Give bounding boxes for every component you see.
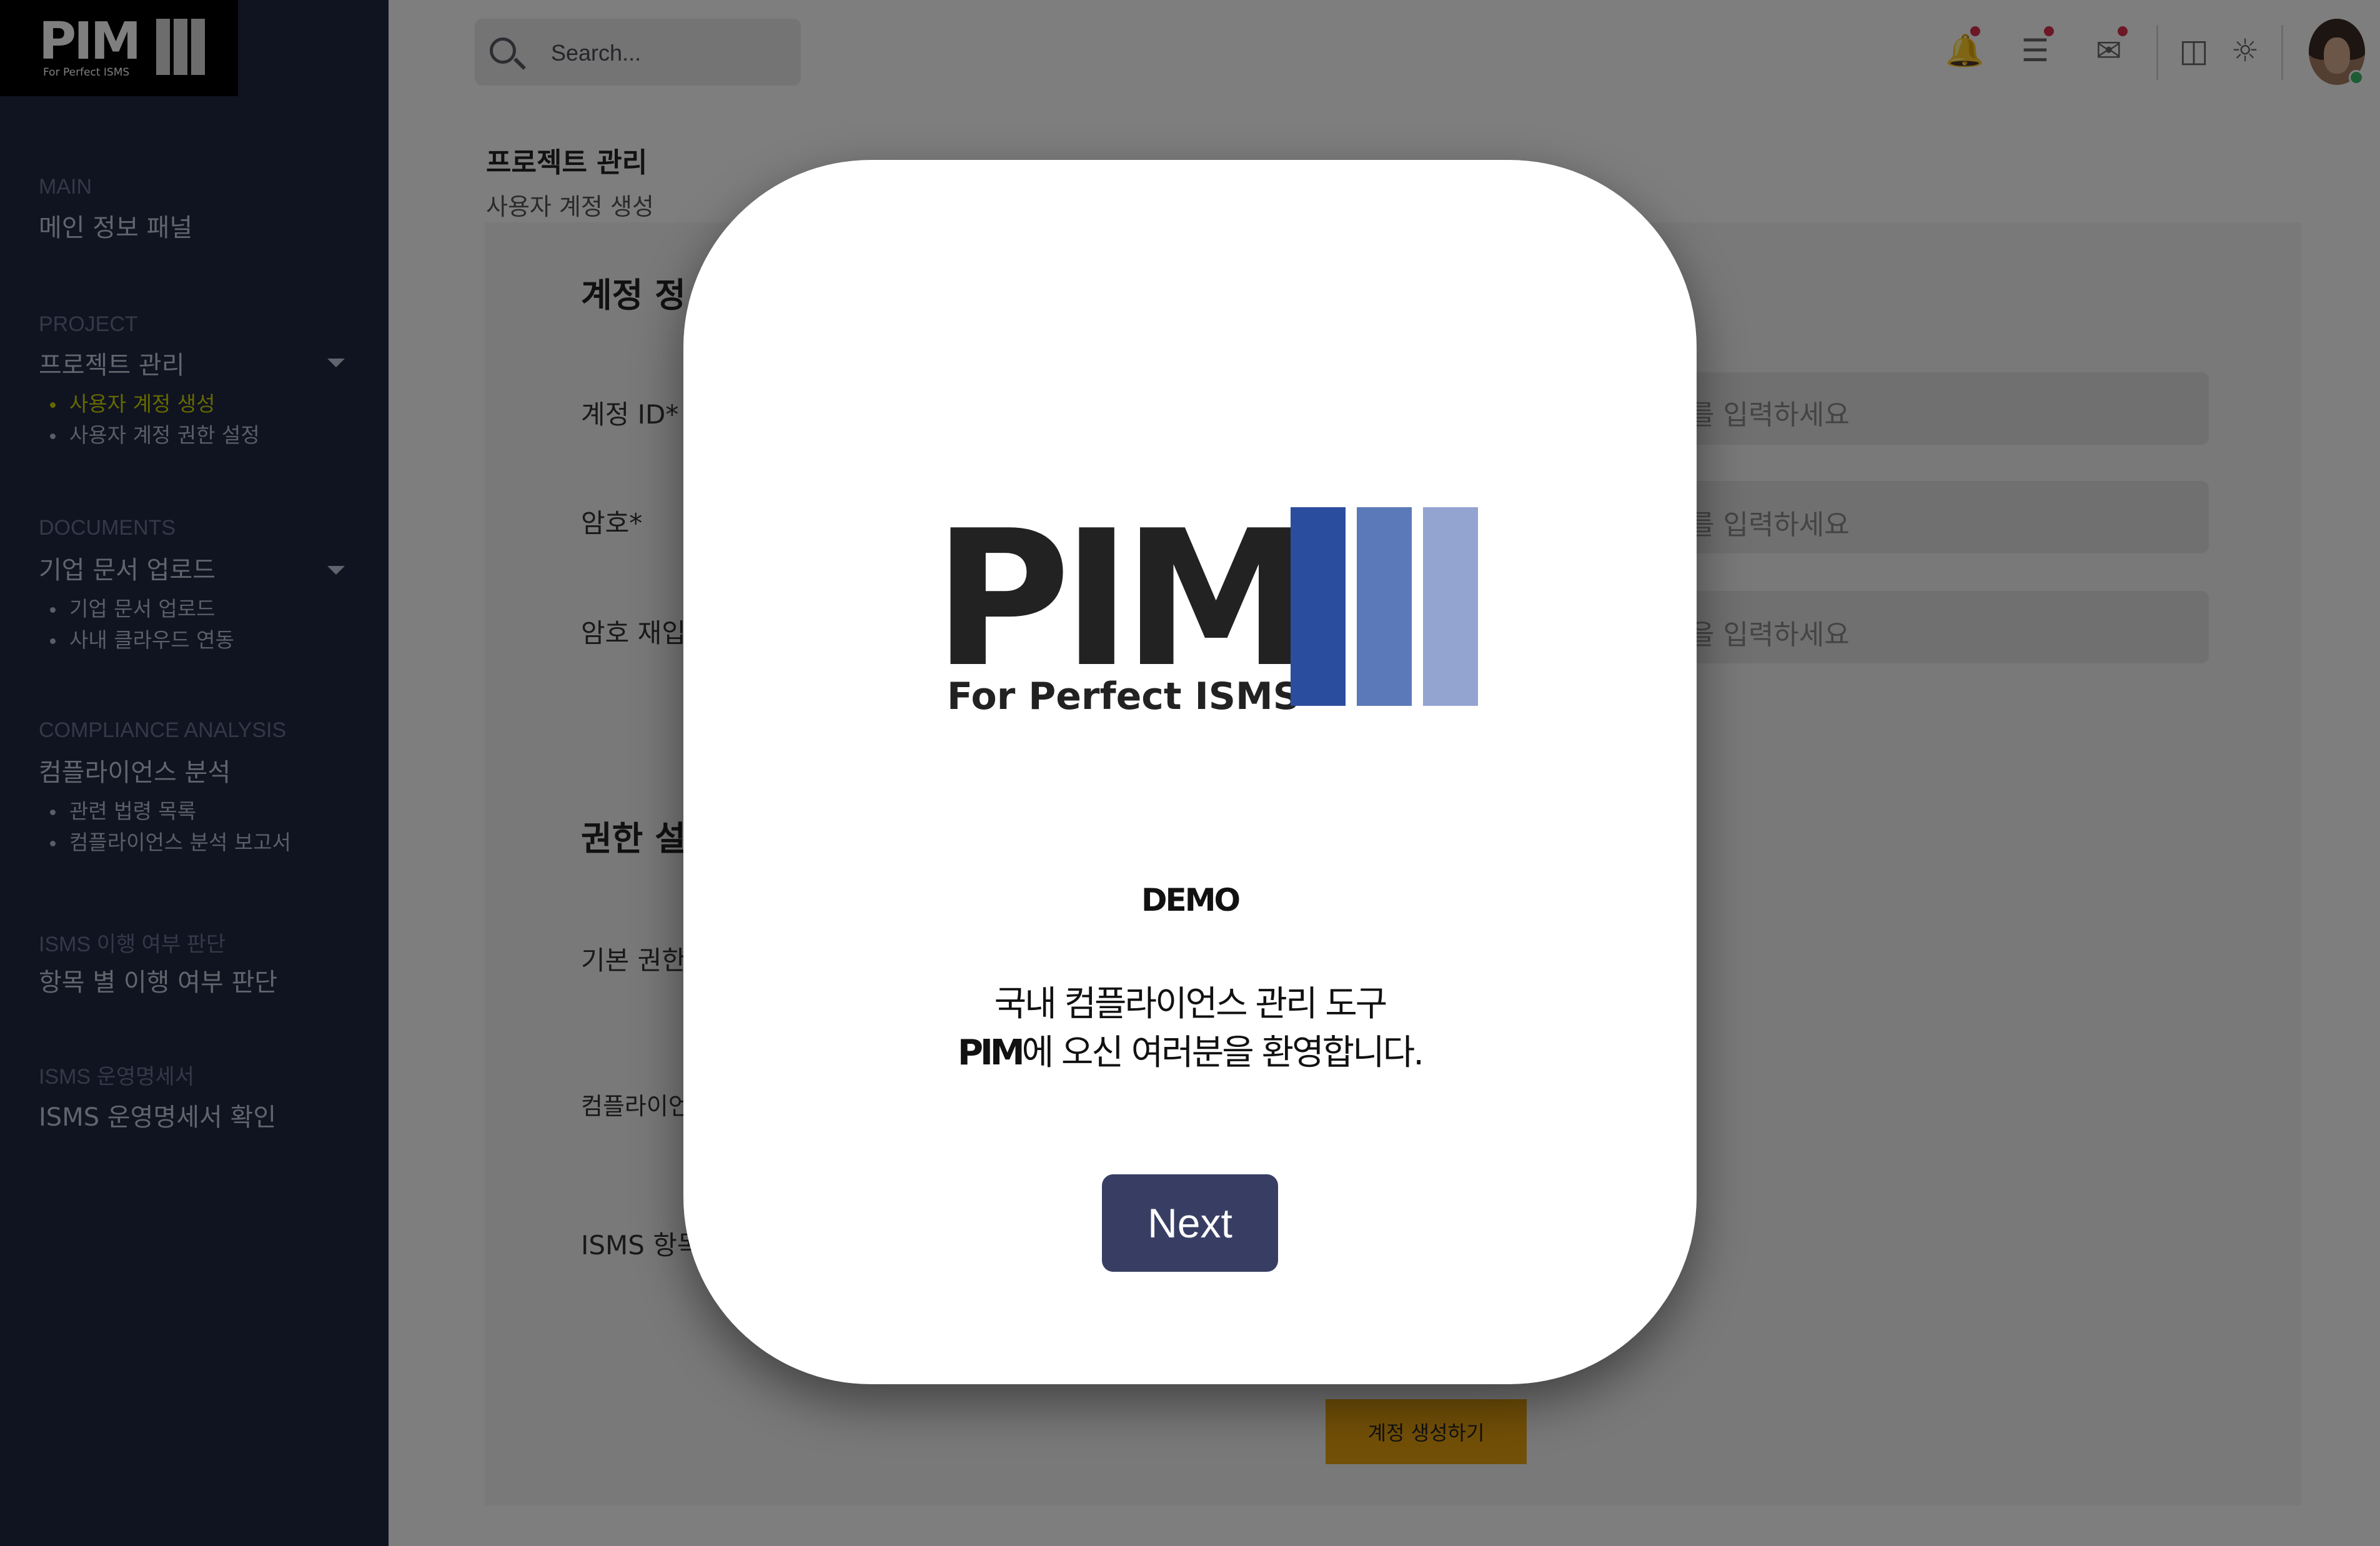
welcome-text-line2: PIM에 오신 여러분을 환영합니다. [683,1024,1697,1075]
welcome-text-rest: 에 오신 여러분을 환영합니다. [1021,1033,1424,1073]
logo-bar [1357,507,1412,706]
logo-bar [1423,507,1478,706]
next-button[interactable]: Next [1102,1174,1278,1272]
logo-bar [1291,507,1346,706]
welcome-text-line1: 국내 컴플라이언스 관리 도구 [994,984,1388,1024]
welcome-brand: PIM [957,1033,1025,1073]
demo-label: DEMO [1141,882,1241,918]
modal-logo-tagline: For Perfect ISMS [947,675,1300,718]
modal-logo-text: PIM [933,490,1309,708]
